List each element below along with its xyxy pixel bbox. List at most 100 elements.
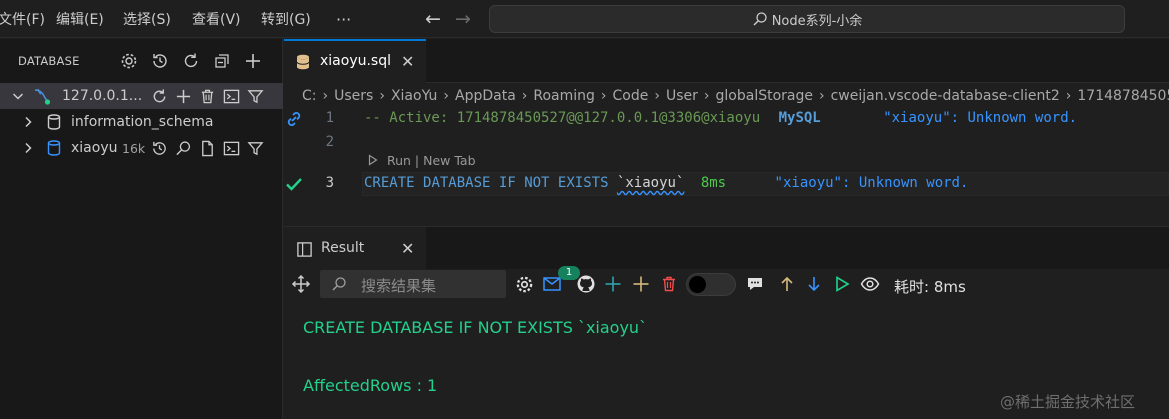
- menu-edit[interactable]: 编辑(E): [56, 0, 104, 38]
- sql-keyword: NOT: [524, 175, 550, 191]
- line-number: 3: [325, 175, 334, 191]
- search-icon: [331, 276, 347, 296]
- tree-item-label: xiaoyu: [71, 140, 118, 156]
- forward-arrow-icon[interactable]: →: [450, 6, 476, 32]
- breadcrumb-separator: ›: [600, 88, 607, 104]
- terminal-icon[interactable]: [221, 86, 241, 106]
- tab-xiaoyu-sql[interactable]: xiaoyu.sql ✕: [284, 39, 426, 83]
- plus-icon[interactable]: [173, 86, 193, 106]
- diagnostic-hint: "xiaoyu": Unknown word.: [774, 175, 969, 191]
- tab-label: xiaoyu.sql: [320, 53, 391, 69]
- database-file-icon: [294, 53, 312, 75]
- tab-result[interactable]: Result ✕: [284, 227, 426, 270]
- codelens-run[interactable]: Run | New Tab: [367, 153, 476, 168]
- codelens-text[interactable]: Run | New Tab: [387, 153, 476, 168]
- github-icon[interactable]: [575, 273, 597, 295]
- chevron-right-icon[interactable]: [18, 138, 38, 158]
- breadcrumb: C: › Users › XiaoYu › AppData › Roaming …: [302, 86, 1169, 106]
- terminal-icon[interactable]: [221, 138, 241, 158]
- collapse-all-icon[interactable]: [211, 50, 233, 72]
- breadcrumb-item[interactable]: User: [666, 88, 698, 104]
- breadcrumb-separator: ›: [703, 88, 710, 104]
- move-icon[interactable]: [290, 273, 312, 295]
- menu-goto[interactable]: 转到(G): [261, 0, 311, 38]
- elapsed-time: 耗时: 8ms: [894, 278, 966, 296]
- sql-keyword: EXISTS: [557, 175, 609, 191]
- search-icon: [753, 12, 767, 26]
- mysql-dolphin-icon: [32, 86, 52, 106]
- menu-file[interactable]: 文件(F): [0, 0, 45, 38]
- code-line-3[interactable]: CREATE DATABASE IF NOT EXISTS `xiaoyu` 8…: [364, 175, 968, 191]
- eye-icon[interactable]: [859, 273, 881, 295]
- sql-keyword: CREATE: [364, 175, 415, 191]
- sidebar-header: DATABASE: [0, 39, 283, 81]
- breadcrumb-item[interactable]: C:: [302, 88, 317, 104]
- command-center-title: Node系列-小余: [771, 13, 863, 29]
- comment-icon[interactable]: [744, 273, 766, 295]
- new-file-icon[interactable]: [197, 138, 217, 158]
- menu-view[interactable]: 查看(V): [192, 0, 241, 38]
- refresh-icon[interactable]: [180, 50, 202, 72]
- add-connection-icon[interactable]: [242, 50, 264, 72]
- database-sidebar: DATABASE 127.0.0.1... information_schema…: [0, 39, 283, 419]
- breadcrumb-separator: ›: [521, 88, 528, 104]
- breadcrumb-item[interactable]: Users: [334, 88, 373, 104]
- close-icon[interactable]: ✕: [401, 239, 414, 258]
- editor-tab-bar: xiaoyu.sql ✕: [284, 39, 1169, 83]
- search-icon[interactable]: [173, 138, 193, 158]
- arrow-down-icon[interactable]: [803, 273, 825, 295]
- table-icon: [296, 241, 313, 262]
- watermark: @稀土掘金技术社区: [1000, 393, 1136, 411]
- execution-time-hint: 8ms: [700, 175, 727, 191]
- dialect-label[interactable]: MySQL: [779, 110, 821, 126]
- breadcrumb-item[interactable]: AppData: [455, 88, 516, 104]
- database-icon: [44, 112, 64, 132]
- gear-icon[interactable]: [513, 273, 535, 295]
- breadcrumb-separator: ›: [819, 88, 825, 104]
- refresh-icon[interactable]: [149, 86, 169, 106]
- chevron-right-icon[interactable]: [18, 112, 38, 132]
- gear-icon[interactable]: [118, 50, 140, 72]
- back-arrow-icon[interactable]: ←: [420, 6, 446, 32]
- add-row-icon[interactable]: [602, 273, 624, 295]
- breadcrumb-separator: ›: [443, 88, 449, 104]
- connection-label: 127.0.0.1...: [62, 88, 143, 104]
- result-sql-text: CREATE DATABASE IF NOT EXISTS `xiaoyu`: [303, 318, 648, 337]
- menu-selection[interactable]: 选择(S): [123, 0, 171, 38]
- code-line-1[interactable]: -- Active: 1714878450527@@127.0.0.1@3306…: [364, 110, 1077, 126]
- line-number: 1: [325, 110, 334, 126]
- history-icon[interactable]: [149, 138, 169, 158]
- breadcrumb-item[interactable]: cweijan.vscode-database-client2: [831, 88, 1060, 104]
- breadcrumb-item[interactable]: globalStorage: [716, 88, 813, 104]
- title-bar: 文件(F) 编辑(E) 选择(S) 查看(V) 转到(G) ··· ← → No…: [0, 0, 1169, 38]
- database-size: 16k: [122, 140, 146, 156]
- trash-icon[interactable]: [197, 86, 217, 106]
- breadcrumb-item[interactable]: Code: [613, 88, 649, 104]
- filter-icon[interactable]: [245, 86, 265, 106]
- insert-icon[interactable]: [630, 273, 652, 295]
- tree-item-xiaoyu[interactable]: xiaoyu 16k: [0, 135, 283, 161]
- result-tab-bar: Result ✕: [284, 226, 1169, 270]
- arrow-up-icon[interactable]: [776, 273, 798, 295]
- tree-item-information-schema[interactable]: information_schema: [0, 109, 283, 135]
- history-icon[interactable]: [149, 50, 171, 72]
- trash-icon[interactable]: [658, 273, 680, 295]
- sql-identifier: `xiaoyu`: [616, 175, 685, 191]
- breadcrumb-separator: ›: [654, 88, 660, 104]
- tab-label: Result: [321, 240, 365, 256]
- tree-item-connection[interactable]: 127.0.0.1...: [0, 83, 283, 109]
- filter-icon[interactable]: [245, 138, 265, 158]
- chevron-down-icon[interactable]: [8, 86, 28, 106]
- close-icon[interactable]: ✕: [401, 52, 414, 71]
- link-icon[interactable]: [284, 109, 304, 133]
- breadcrumb-item[interactable]: XiaoYu: [391, 88, 437, 104]
- breadcrumb-item[interactable]: Roaming: [533, 88, 595, 104]
- breadcrumb-separator: ›: [1065, 88, 1072, 104]
- breadcrumb-item[interactable]: 17148784505: [1077, 88, 1169, 104]
- menu-more[interactable]: ···: [336, 0, 351, 38]
- toggle-knob: [689, 276, 706, 293]
- diagnostic-hint: "xiaoyu": Unknown word.: [883, 110, 1078, 126]
- command-center-search[interactable]: Node系列-小余: [489, 5, 1125, 33]
- run-icon[interactable]: [831, 273, 853, 295]
- play-icon: [368, 154, 378, 166]
